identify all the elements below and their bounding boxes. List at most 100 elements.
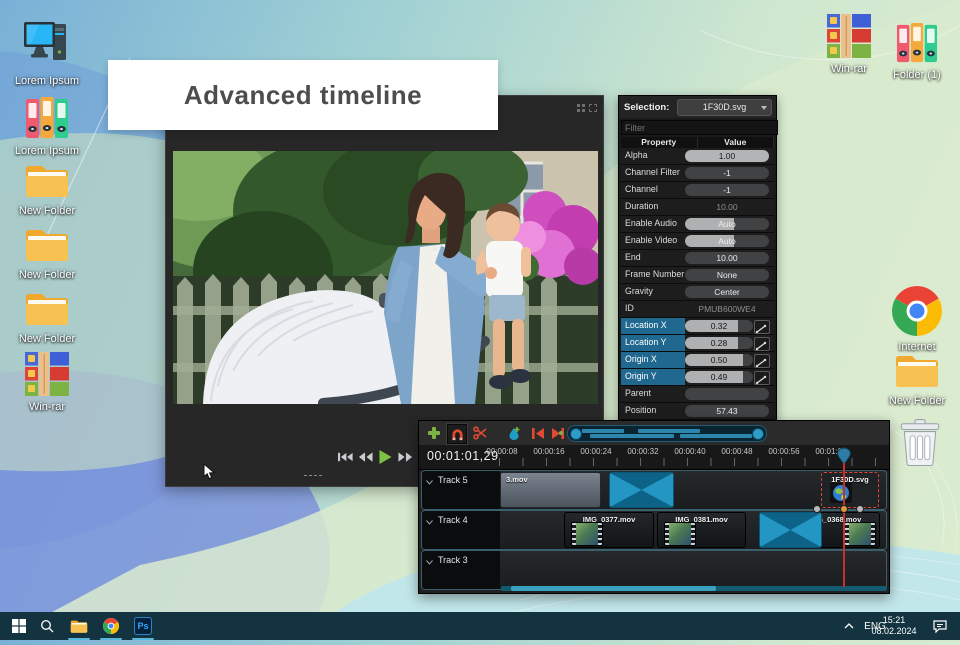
desktop-icon-folder1-binders[interactable]: Folder (1) [875, 22, 959, 82]
property-row-keyframed[interactable]: Origin Y 0.49 [621, 369, 774, 386]
skip-start-button[interactable] [338, 450, 353, 468]
action-center-button[interactable] [928, 612, 952, 640]
desktop-icon-internet[interactable]: Internet [875, 286, 959, 354]
fast-forward-button[interactable] [398, 450, 413, 468]
desktop-icon-recycle-bin[interactable] [878, 418, 960, 472]
taskbar-clock[interactable]: 15:21 08.02.2024 [862, 615, 926, 637]
keyframe-dot[interactable] [840, 505, 848, 513]
overview-handle-left[interactable] [570, 427, 582, 440]
next-marker-button[interactable] [549, 424, 567, 442]
search-button[interactable] [33, 612, 61, 640]
property-row[interactable]: ID PMUB600WE4 [621, 301, 774, 318]
video-preview[interactable] [173, 151, 598, 404]
taskbar-photoshop[interactable]: Ps [128, 612, 158, 640]
property-row[interactable]: Channel Filter -1 [621, 165, 774, 182]
tray-chevron-button[interactable] [838, 612, 860, 640]
selection-dropdown[interactable]: 1F30D.svg [677, 99, 772, 116]
desktop-icon-binders[interactable]: Lorem Ipsum [5, 96, 89, 158]
value-slider[interactable]: 0.28 [685, 336, 753, 349]
property-row-keyframed[interactable]: Location Y 0.28 [621, 335, 774, 352]
chevron-down-icon[interactable] [426, 477, 433, 487]
window-maximize-icon[interactable] [589, 99, 597, 112]
keyframe-button[interactable] [754, 336, 770, 351]
play-button[interactable] [378, 449, 393, 470]
value-slider[interactable]: Auto [685, 234, 769, 247]
start-button[interactable] [5, 612, 33, 640]
track-row[interactable]: Track 3 [421, 550, 887, 590]
property-row[interactable]: Position 57.43 [621, 403, 774, 420]
taskbar-file-explorer[interactable] [64, 612, 94, 640]
property-row[interactable]: Frame Number None [621, 267, 774, 284]
value-pill[interactable]: -1 [685, 183, 769, 196]
icon-label: New Folder [18, 205, 76, 217]
value-slider[interactable]: 0.50 [685, 353, 753, 366]
timeline-clip[interactable]: IMG_0377.mov [564, 512, 654, 548]
desktop-icon-winrar-left[interactable]: Win-rar [5, 352, 89, 414]
keyframe-dot[interactable] [856, 505, 864, 513]
chevron-down-icon[interactable] [426, 557, 433, 567]
property-row-keyframed[interactable]: Origin X 0.50 [621, 352, 774, 369]
taskbar: Ps ENG 15:21 08.02.2024 [0, 612, 960, 640]
keyframe-button[interactable] [754, 370, 770, 385]
keyframe-button[interactable] [754, 319, 770, 334]
desktop-icon-folder-1[interactable]: New Folder [5, 162, 89, 218]
timeline-scrollbar[interactable] [501, 586, 887, 591]
transition-clip[interactable] [609, 472, 674, 508]
property-row[interactable]: Enable Audio Auto [621, 216, 774, 233]
track-header[interactable]: Track 3 [422, 551, 500, 589]
value-pill[interactable]: None [685, 268, 769, 281]
split-scissors-icon[interactable] [471, 424, 489, 442]
track-row[interactable]: IMG_0377.mov IMG_0381.mov IMG_0368.mov T… [421, 510, 887, 550]
property-row[interactable]: Alpha 1.00 [621, 148, 774, 165]
filter-input[interactable] [621, 120, 778, 135]
scrollbar-thumb[interactable] [511, 586, 716, 591]
transition-clip[interactable] [759, 512, 822, 548]
track-header[interactable]: Track 5 [422, 471, 500, 509]
value-pill[interactable]: 10.00 [685, 251, 769, 264]
value-pill[interactable] [685, 387, 769, 400]
overview-handle-right[interactable] [752, 427, 764, 440]
keyframe-dot[interactable] [813, 505, 821, 513]
folder-icon [24, 290, 70, 333]
snap-toggle-button[interactable] [447, 424, 467, 444]
resize-handle[interactable] [304, 475, 322, 476]
append-button[interactable] [425, 424, 443, 442]
notification-icon [933, 619, 947, 633]
track-row[interactable]: 3.mov 1F30D.svg Track 5 [421, 470, 887, 510]
taskbar-chrome[interactable] [96, 612, 126, 640]
value-pill[interactable]: 57.43 [685, 404, 769, 417]
chrome-icon [103, 618, 119, 634]
desktop-icon-folder-right[interactable]: New Folder [875, 352, 959, 408]
timeline-ruler[interactable]: 00:01:01,29 00:00:08 00:00:16 00:00:24 0… [419, 445, 889, 470]
value-pill[interactable]: -1 [685, 166, 769, 179]
property-row[interactable]: Channel Mapping-1 [621, 182, 774, 209]
value-pill[interactable]: Center [685, 285, 769, 298]
value-text: 10.00 [716, 201, 738, 212]
property-row[interactable]: Gravity Center [621, 284, 774, 301]
property-row[interactable]: End 10.00 [621, 250, 774, 267]
timeline-clip[interactable]: 3.mov [500, 472, 601, 508]
rewind-button[interactable] [358, 450, 373, 468]
desktop-icon-computer[interactable]: Lorem Ipsum [5, 18, 89, 88]
prev-marker-button[interactable] [529, 424, 547, 442]
window-float-icon[interactable] [577, 99, 585, 112]
value-slider[interactable]: 1.00 [685, 149, 769, 162]
property-row[interactable]: Duration 10.00 [621, 199, 774, 216]
value-slider[interactable]: 0.32 [685, 319, 753, 332]
folder-icon [894, 352, 940, 395]
timeline-clip-selected[interactable]: 1F30D.svg [821, 472, 879, 508]
property-row[interactable]: Enable Video Auto [621, 233, 774, 250]
value-slider[interactable]: Auto [685, 217, 769, 230]
chevron-down-icon[interactable] [426, 517, 433, 527]
timeline-overview-slider[interactable] [567, 425, 767, 442]
track-header[interactable]: Track 4 [422, 511, 500, 549]
playhead-line[interactable] [843, 463, 845, 587]
property-row-keyframed[interactable]: Location X 0.32 [621, 318, 774, 335]
timeline-clip[interactable]: IMG_0381.mov [657, 512, 746, 548]
property-row[interactable]: Parent [621, 386, 774, 403]
filter-droplet-button[interactable] [505, 424, 523, 442]
desktop-icon-folder-2[interactable]: New Folder [5, 226, 89, 282]
desktop-icon-folder-3[interactable]: New Folder [5, 290, 89, 346]
value-slider[interactable]: 0.49 [685, 370, 753, 383]
keyframe-button[interactable] [754, 353, 770, 368]
